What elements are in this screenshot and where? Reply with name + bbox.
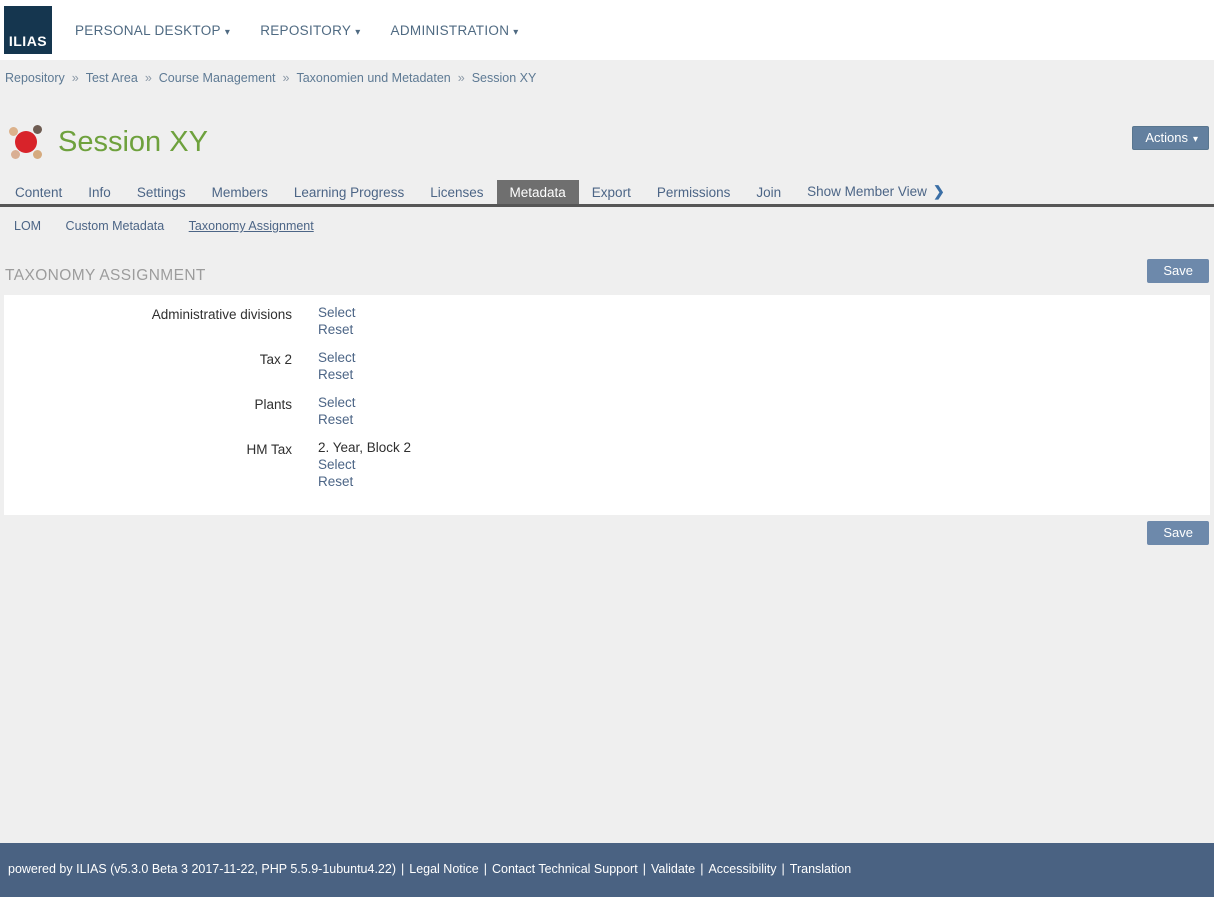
breadcrumb-test-area[interactable]: Test Area bbox=[86, 71, 138, 85]
footer-separator: | bbox=[484, 862, 487, 876]
ilias-logo[interactable]: ILIAS bbox=[4, 6, 52, 54]
breadcrumb-session-xy[interactable]: Session XY bbox=[472, 71, 537, 85]
select-link[interactable]: Select bbox=[318, 304, 356, 321]
form-row-hm-tax: HM Tax 2. Year, Block 2 Select Reset bbox=[4, 439, 1210, 490]
menu-administration[interactable]: ADMINISTRATION▾ bbox=[391, 23, 519, 38]
tab-export[interactable]: Export bbox=[579, 180, 644, 204]
tab-join[interactable]: Join bbox=[743, 180, 794, 204]
breadcrumb-repository[interactable]: Repository bbox=[5, 71, 65, 85]
footer-separator: | bbox=[700, 862, 703, 876]
breadcrumb-separator: » bbox=[72, 71, 79, 85]
footer-link-translation[interactable]: Translation bbox=[790, 862, 851, 876]
taxonomy-controls: Select Reset bbox=[318, 304, 356, 338]
subtab-taxonomy-assignment[interactable]: Taxonomy Assignment bbox=[189, 219, 314, 233]
taxonomy-label: Administrative divisions bbox=[4, 304, 292, 338]
actions-button[interactable]: Actions ▾ bbox=[1132, 126, 1209, 150]
tab-info[interactable]: Info bbox=[75, 180, 124, 204]
tab-licenses[interactable]: Licenses bbox=[417, 180, 496, 204]
footer-separator: | bbox=[643, 862, 646, 876]
menu-personal-desktop-label: PERSONAL DESKTOP bbox=[75, 23, 221, 38]
breadcrumb-separator: » bbox=[458, 71, 465, 85]
tab-settings[interactable]: Settings bbox=[124, 180, 199, 204]
select-link[interactable]: Select bbox=[318, 456, 411, 473]
footer: powered by ILIAS (v5.3.0 Beta 3 2017-11-… bbox=[0, 843, 1214, 897]
page-title: Session XY bbox=[58, 126, 208, 159]
session-icon-center bbox=[15, 131, 37, 153]
reset-link[interactable]: Reset bbox=[318, 473, 411, 490]
reset-link[interactable]: Reset bbox=[318, 366, 356, 383]
tab-members[interactable]: Members bbox=[199, 180, 281, 204]
breadcrumb-separator: » bbox=[283, 71, 290, 85]
taxonomy-label: Plants bbox=[4, 394, 292, 428]
tab-bar: Content Info Settings Members Learning P… bbox=[0, 178, 1214, 207]
top-header: ILIAS PERSONAL DESKTOP ▾ REPOSITORY ▾ ADMI… bbox=[0, 0, 1214, 60]
caret-down-icon: ▾ bbox=[225, 27, 230, 38]
taxonomy-controls: Select Reset bbox=[318, 349, 356, 383]
chevron-right-icon: ❯ bbox=[933, 183, 945, 199]
footer-link-legal-notice[interactable]: Legal Notice bbox=[409, 862, 479, 876]
bottom-toolbar: Save bbox=[0, 515, 1214, 545]
form-row-plants: Plants Select Reset bbox=[4, 394, 1210, 428]
caret-down-icon: ▾ bbox=[1193, 134, 1198, 145]
selected-taxonomy-node: 2. Year, Block 2 bbox=[318, 439, 411, 456]
reset-link[interactable]: Reset bbox=[318, 411, 356, 428]
menu-administration-label: ADMINISTRATION bbox=[391, 23, 510, 38]
footer-link-contact-support[interactable]: Contact Technical Support bbox=[492, 862, 638, 876]
session-icon bbox=[8, 124, 44, 160]
session-icon-dot bbox=[11, 150, 20, 159]
tab-content[interactable]: Content bbox=[2, 180, 75, 204]
menu-repository-label: REPOSITORY bbox=[260, 23, 351, 38]
save-button-top[interactable]: Save bbox=[1147, 259, 1209, 283]
select-link[interactable]: Select bbox=[318, 394, 356, 411]
footer-link-validate[interactable]: Validate bbox=[651, 862, 695, 876]
tab-metadata[interactable]: Metadata bbox=[497, 180, 579, 204]
session-icon-dot bbox=[33, 150, 42, 159]
breadcrumb-course-management[interactable]: Course Management bbox=[159, 71, 276, 85]
taxonomy-label: HM Tax bbox=[4, 439, 292, 490]
taxonomy-label: Tax 2 bbox=[4, 349, 292, 383]
menu-personal-desktop[interactable]: PERSONAL DESKTOP ▾ bbox=[75, 23, 230, 38]
caret-down-icon: ▾ bbox=[355, 27, 360, 38]
form-row-administrative-divisions: Administrative divisions Select Reset bbox=[4, 304, 1210, 338]
taxonomy-assignment-form: Administrative divisions Select Reset Ta… bbox=[4, 295, 1210, 515]
tab-show-member-view-label: Show Member View bbox=[807, 184, 927, 199]
breadcrumb: Repository » Test Area » Course Management » T… bbox=[0, 60, 1214, 98]
footer-separator: | bbox=[782, 862, 785, 876]
taxonomy-controls: 2. Year, Block 2 Select Reset bbox=[318, 439, 411, 490]
actions-button-label: Actions bbox=[1145, 130, 1188, 145]
tab-learning-progress[interactable]: Learning Progress bbox=[281, 180, 417, 204]
caret-down-icon: ▾ bbox=[513, 27, 518, 38]
footer-powered-by: powered by ILIAS (v5.3.0 Beta 3 2017-11-… bbox=[8, 862, 396, 876]
session-icon-dot bbox=[33, 125, 42, 134]
subtab-custom-metadata[interactable]: Custom Metadata bbox=[66, 219, 165, 233]
breadcrumb-taxonomien[interactable]: Taxonomien und Metadaten bbox=[296, 71, 450, 85]
main-menu: PERSONAL DESKTOP ▾ REPOSITORY ▾ ADMINISTRA… bbox=[75, 23, 549, 38]
tab-show-member-view[interactable]: Show Member View ❯ bbox=[794, 178, 958, 204]
subtab-lom[interactable]: LOM bbox=[14, 219, 41, 233]
select-link[interactable]: Select bbox=[318, 349, 356, 366]
form-section-header: TAXONOMY ASSIGNMENT Save bbox=[0, 245, 1214, 295]
reset-link[interactable]: Reset bbox=[318, 321, 356, 338]
subtab-bar: LOM Custom Metadata Taxonomy Assignment bbox=[0, 207, 1214, 245]
tab-permissions[interactable]: Permissions bbox=[644, 180, 744, 204]
form-section-title: TAXONOMY ASSIGNMENT bbox=[5, 267, 1209, 285]
save-button-bottom[interactable]: Save bbox=[1147, 521, 1209, 545]
footer-link-accessibility[interactable]: Accessibility bbox=[708, 862, 776, 876]
title-row: Session XY Actions ▾ bbox=[0, 98, 1214, 178]
menu-repository[interactable]: REPOSITORY ▾ bbox=[260, 23, 360, 38]
taxonomy-controls: Select Reset bbox=[318, 394, 356, 428]
footer-separator: | bbox=[401, 862, 404, 876]
form-row-tax-2: Tax 2 Select Reset bbox=[4, 349, 1210, 383]
breadcrumb-separator: » bbox=[145, 71, 152, 85]
